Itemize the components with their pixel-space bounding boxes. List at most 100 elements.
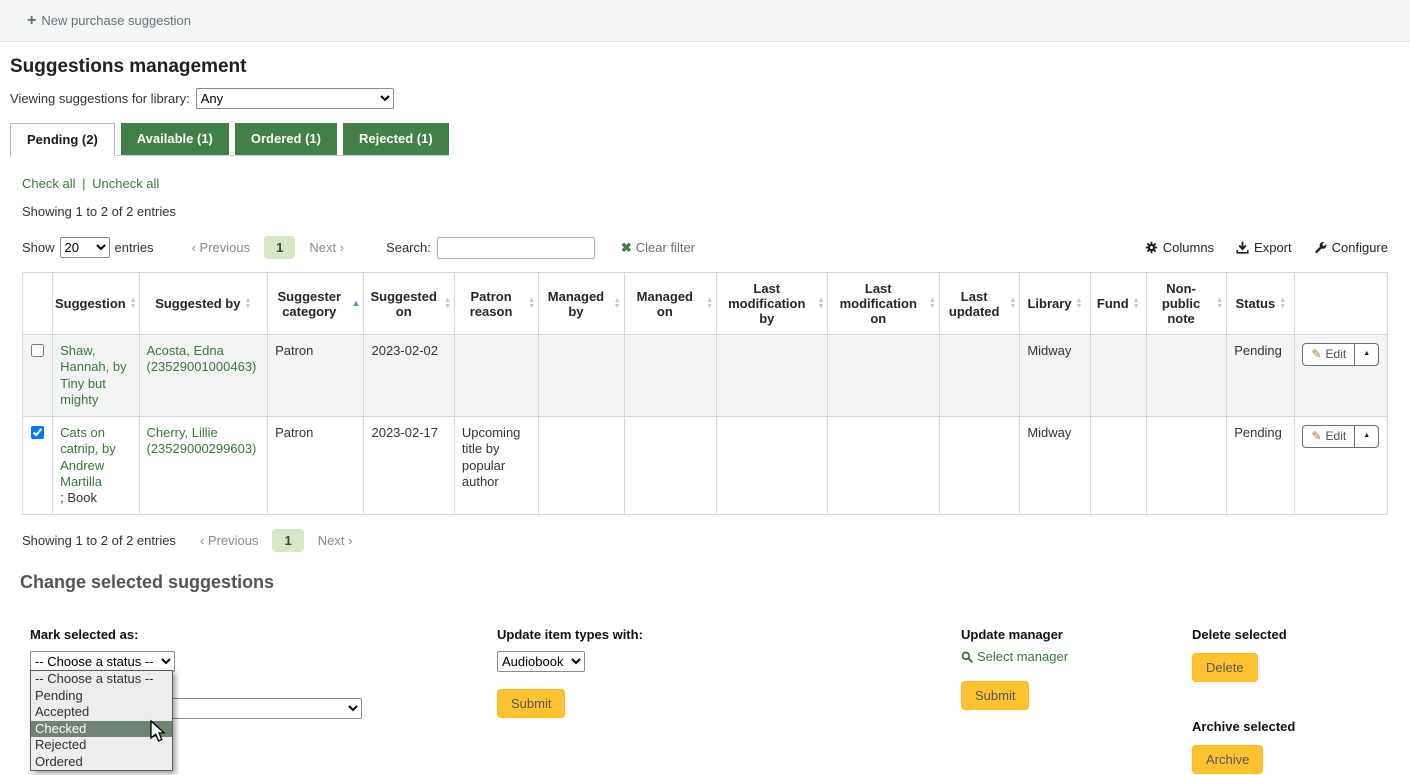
edit-dropdown-toggle[interactable]: ▲ bbox=[1354, 344, 1378, 365]
pagination-top: ‹ Previous 1 Next › bbox=[192, 236, 344, 259]
sort-icon: ▲▼ bbox=[1279, 298, 1286, 310]
suggestion-title-link[interactable]: Shaw, Hannah, by Tiny but mighty bbox=[60, 343, 127, 407]
new-purchase-suggestion-link[interactable]: + New purchase suggestion bbox=[27, 13, 191, 29]
managed-on-cell bbox=[624, 335, 716, 417]
status-option[interactable]: Ordered bbox=[31, 754, 172, 771]
fund-cell bbox=[1090, 335, 1146, 417]
archive-button[interactable]: Archive bbox=[1192, 745, 1263, 774]
sort-icon: ▲▼ bbox=[1009, 298, 1016, 310]
header-suggested-by[interactable]: Suggested by▲▼ bbox=[139, 273, 268, 335]
header-library[interactable]: Library▲▼ bbox=[1020, 273, 1090, 335]
library-cell: Midway bbox=[1020, 417, 1090, 515]
previous-page-button[interactable]: ‹ Previous bbox=[200, 533, 259, 548]
header-fund[interactable]: Fund▲▼ bbox=[1090, 273, 1146, 335]
delete-button[interactable]: Delete bbox=[1192, 653, 1258, 682]
edit-button[interactable]: ✎Edit bbox=[1303, 426, 1354, 447]
header-managed-by[interactable]: Managed by▲▼ bbox=[539, 273, 624, 335]
sort-icon: ▲▼ bbox=[1216, 298, 1223, 310]
clear-filter-x-icon: ✖ bbox=[621, 240, 632, 256]
sort-icon: ▲▼ bbox=[1133, 298, 1140, 310]
show-label: Show bbox=[22, 240, 55, 255]
clear-filter-label: Clear filter bbox=[636, 240, 695, 255]
suggester-category-cell: Patron bbox=[268, 335, 364, 417]
export-button[interactable]: Export bbox=[1236, 240, 1292, 255]
header-managed-on[interactable]: Managed on▲▼ bbox=[624, 273, 716, 335]
caret-up-icon: ▲ bbox=[1363, 350, 1370, 359]
table-row: Cats on catnip, by Andrew Martilla; Book… bbox=[23, 417, 1388, 515]
edit-dropdown-toggle[interactable]: ▲ bbox=[1354, 426, 1378, 447]
table-controls: Show 20 entries ‹ Previous 1 Next › Sear… bbox=[22, 236, 1388, 259]
status-option[interactable]: -- Choose a status -- bbox=[31, 671, 172, 688]
managed-by-cell bbox=[539, 335, 624, 417]
page-size-select[interactable]: 20 bbox=[60, 237, 110, 258]
status-cell: Pending bbox=[1227, 417, 1295, 515]
update-item-types-column: Update item types with: Audiobook Submit bbox=[497, 627, 643, 718]
caret-up-icon: ▲ bbox=[1363, 432, 1370, 441]
last-updated-cell bbox=[939, 417, 1019, 515]
library-cell: Midway bbox=[1020, 335, 1090, 417]
actions-cell: ✎Edit ▲ bbox=[1295, 335, 1388, 417]
check-all-link[interactable]: Check all bbox=[22, 176, 75, 191]
tab-pending[interactable]: Pending (2) bbox=[10, 123, 115, 156]
next-page-button[interactable]: Next › bbox=[318, 533, 353, 548]
header-patron-reason[interactable]: Patron reason▲▼ bbox=[454, 273, 538, 335]
manager-submit-button[interactable]: Submit bbox=[961, 681, 1029, 710]
header-status[interactable]: Status▲▼ bbox=[1227, 273, 1295, 335]
bulk-actions-section: Mark selected as: -- Choose a status -- … bbox=[10, 627, 1400, 775]
tab-available[interactable]: Available (1) bbox=[121, 123, 229, 155]
table-header-row: Suggestion▲▼ Suggested by▲▼ Suggester ca… bbox=[23, 273, 1388, 335]
header-last-updated[interactable]: Last updated▲▼ bbox=[939, 273, 1019, 335]
item-type-select[interactable]: Audiobook bbox=[497, 651, 585, 672]
sort-icon: ▲▼ bbox=[706, 298, 713, 310]
page-title: Suggestions management bbox=[10, 56, 1400, 78]
header-checkbox-column bbox=[23, 273, 53, 335]
sort-icon: ▲▼ bbox=[528, 298, 535, 310]
status-option[interactable]: Pending bbox=[31, 688, 172, 705]
current-page-button[interactable]: 1 bbox=[272, 529, 303, 552]
non-public-note-cell bbox=[1146, 335, 1226, 417]
mark-selected-column: Mark selected as: -- Choose a status -- … bbox=[30, 627, 175, 672]
library-filter-select[interactable]: Any bbox=[196, 88, 394, 109]
previous-page-button[interactable]: ‹ Previous bbox=[192, 240, 251, 255]
gear-icon bbox=[1145, 241, 1158, 254]
non-public-note-cell bbox=[1146, 417, 1226, 515]
tab-ordered[interactable]: Ordered (1) bbox=[235, 123, 337, 155]
current-page-button[interactable]: 1 bbox=[264, 236, 295, 259]
update-manager-label: Update manager bbox=[961, 627, 1063, 642]
last-updated-cell bbox=[939, 335, 1019, 417]
header-last-modification-by[interactable]: Last modification by▲▼ bbox=[717, 273, 828, 335]
suggested-by-link[interactable]: Cherry, Lillie(23529000299603) bbox=[147, 425, 257, 456]
item-types-submit-button[interactable]: Submit bbox=[497, 689, 565, 718]
status-select[interactable]: -- Choose a status -- bbox=[30, 651, 175, 672]
header-suggested-on[interactable]: Suggested on▲▼ bbox=[364, 273, 454, 335]
row-checkbox[interactable] bbox=[31, 344, 44, 357]
columns-button[interactable]: Columns bbox=[1145, 240, 1214, 255]
status-cell: Pending bbox=[1227, 335, 1295, 417]
library-filter-label: Viewing suggestions for library: bbox=[10, 91, 190, 106]
edit-button[interactable]: ✎Edit bbox=[1303, 344, 1354, 365]
configure-button[interactable]: Configure bbox=[1314, 240, 1388, 255]
suggested-by-link[interactable]: Acosta, Edna(23529001000463) bbox=[147, 343, 257, 374]
select-manager-link[interactable]: Select manager bbox=[961, 649, 1068, 664]
header-non-public-note[interactable]: Non-public note▲▼ bbox=[1146, 273, 1226, 335]
delete-archive-column: Delete selected Delete Archive selected … bbox=[1192, 627, 1295, 774]
suggested-on-cell: 2023-02-02 bbox=[364, 335, 454, 417]
uncheck-all-link[interactable]: Uncheck all bbox=[92, 176, 159, 191]
search-icon bbox=[961, 651, 973, 663]
row-checkbox[interactable] bbox=[31, 426, 44, 439]
tab-rejected[interactable]: Rejected (1) bbox=[343, 123, 449, 155]
suggester-category-cell: Patron bbox=[268, 417, 364, 515]
archive-selected-label: Archive selected bbox=[1192, 719, 1295, 734]
library-filter: Viewing suggestions for library: Any bbox=[10, 88, 1400, 109]
next-page-button[interactable]: Next › bbox=[309, 240, 344, 255]
header-suggestion[interactable]: Suggestion▲▼ bbox=[53, 273, 139, 335]
pencil-icon: ✎ bbox=[1311, 429, 1321, 444]
header-actions-column bbox=[1295, 273, 1388, 335]
status-tabs: Pending (2) Available (1) Ordered (1) Re… bbox=[10, 123, 449, 156]
sort-icon: ▲▼ bbox=[444, 298, 451, 310]
suggestion-title-link[interactable]: Cats on catnip, by Andrew Martilla bbox=[60, 425, 116, 489]
header-suggester-category[interactable]: Suggester category▲ bbox=[268, 273, 364, 335]
clear-filter-button[interactable]: ✖ Clear filter bbox=[621, 240, 695, 256]
header-last-modification-on[interactable]: Last modification on▲▼ bbox=[828, 273, 939, 335]
search-input[interactable] bbox=[437, 237, 595, 259]
